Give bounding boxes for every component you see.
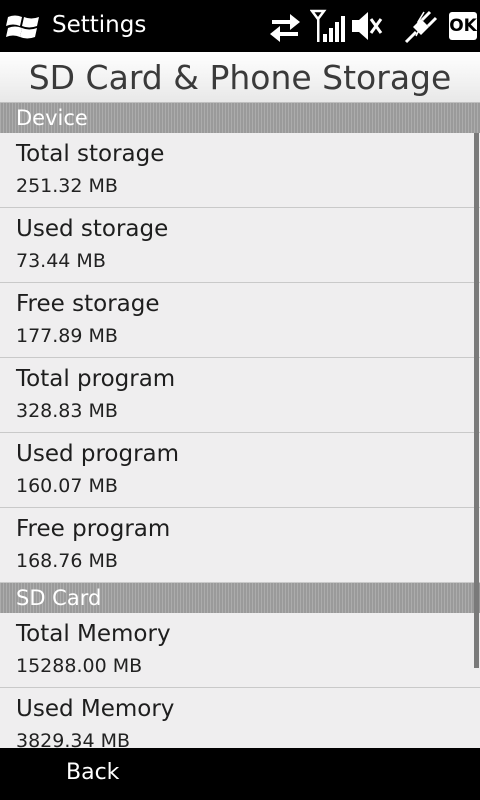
item-label: Free storage: [16, 291, 160, 317]
scrollbar[interactable]: [474, 133, 479, 668]
item-label: Free program: [16, 516, 171, 542]
list-item: Total program 328.83 MB: [0, 358, 480, 433]
item-value: 15288.00 MB: [16, 655, 143, 677]
list-item: Free program 168.76 MB: [0, 508, 480, 583]
section-header-sd-card: SD Card: [0, 583, 480, 613]
item-label: Used storage: [16, 216, 169, 242]
item-label: Used program: [16, 441, 180, 467]
item-value: 328.83 MB: [16, 400, 118, 422]
item-label: Total Memory: [16, 621, 171, 647]
item-value: 168.76 MB: [16, 550, 118, 572]
signal-strength-icon: [310, 9, 345, 42]
page-header: SD Card & Phone Storage: [0, 52, 480, 103]
list-item: Total storage 251.32 MB: [0, 133, 480, 208]
item-label: Total storage: [16, 141, 165, 167]
page-title: SD Card & Phone Storage: [28, 58, 452, 97]
list-item: Used storage 73.44 MB: [0, 208, 480, 283]
status-bar: Settings OK: [0, 0, 480, 52]
item-value: 3829.34 MB: [16, 730, 131, 748]
back-button[interactable]: Back: [66, 760, 119, 785]
list-item: Free storage 177.89 MB: [0, 283, 480, 358]
list-item: Used program 160.07 MB: [0, 433, 480, 508]
windows-start-icon[interactable]: [6, 11, 42, 43]
list-item: Used Memory 3829.34 MB: [0, 688, 480, 748]
item-value: 73.44 MB: [16, 250, 106, 272]
soft-key-bar: Back: [0, 748, 480, 800]
data-transfer-icon: [270, 14, 300, 42]
section-header-device: Device: [0, 103, 480, 133]
ok-button[interactable]: OK: [449, 12, 477, 40]
storage-list[interactable]: Device Total storage 251.32 MB Used stor…: [0, 103, 480, 748]
speaker-muted-icon: [352, 12, 383, 40]
item-label: Used Memory: [16, 696, 175, 722]
item-value: 160.07 MB: [16, 475, 118, 497]
app-title: Settings: [52, 12, 147, 38]
item-label: Total program: [16, 366, 176, 392]
charging-plug-icon: [404, 10, 438, 44]
list-item: Total Memory 15288.00 MB: [0, 613, 480, 688]
item-value: 177.89 MB: [16, 325, 118, 347]
item-value: 251.32 MB: [16, 175, 118, 197]
